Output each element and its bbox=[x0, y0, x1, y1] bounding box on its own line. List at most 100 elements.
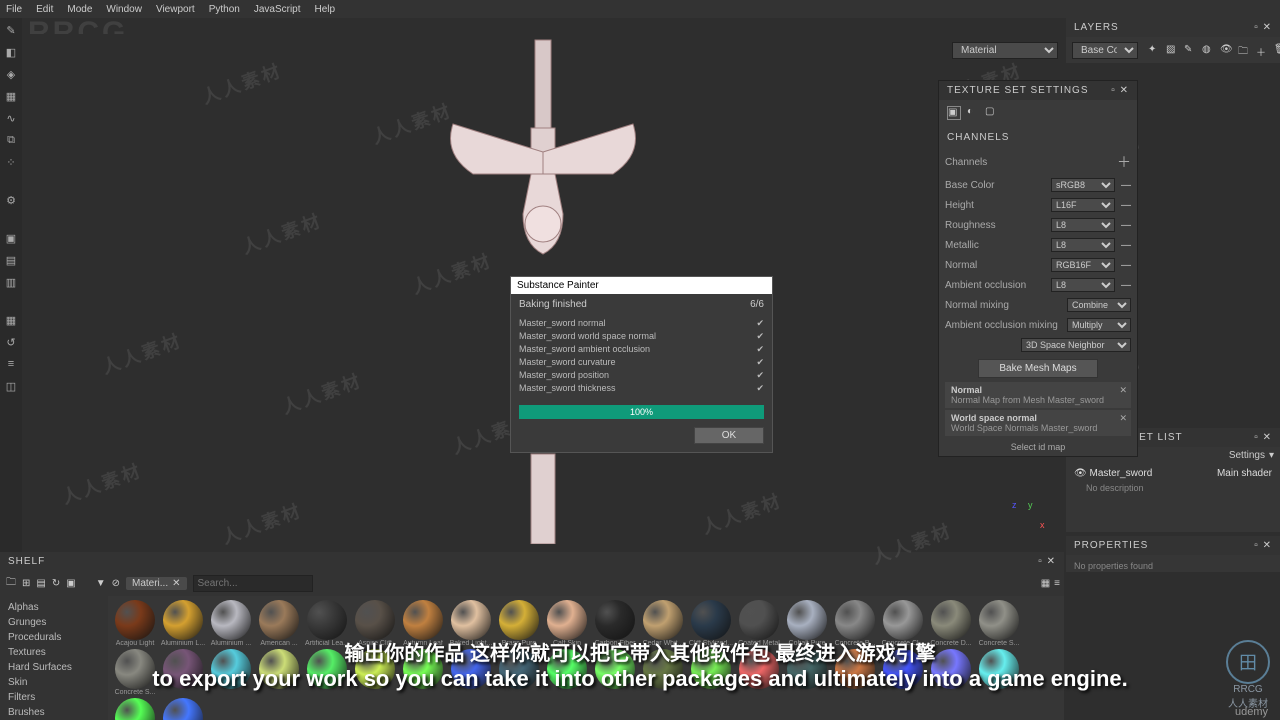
material-thumbnail[interactable] bbox=[112, 698, 158, 720]
channel-format-dropdown[interactable]: L8 bbox=[1051, 218, 1115, 232]
dock-icon[interactable]: ▫ bbox=[1254, 540, 1259, 551]
remove-channel-icon[interactable]: — bbox=[1121, 260, 1131, 271]
eye-icon[interactable]: 👁 bbox=[1220, 44, 1232, 56]
shelf-import-icon[interactable]: ▤ bbox=[36, 578, 45, 589]
shelf-category[interactable]: Alphas bbox=[0, 600, 108, 615]
channel-format-dropdown[interactable]: L16F bbox=[1051, 198, 1115, 212]
texture-set-item[interactable]: 👁 Master_sword Main shader bbox=[1066, 464, 1280, 483]
subtitle-chinese: 输出你的作品 这样你就可以把它带入其他软件包 最终进入游戏引擎 bbox=[0, 637, 1280, 666]
menu-window[interactable]: Window bbox=[106, 4, 142, 15]
remove-channel-icon[interactable]: — bbox=[1121, 220, 1131, 231]
close-icon[interactable]: ✕ bbox=[1263, 540, 1272, 551]
add-channel-icon[interactable]: ＋ bbox=[1117, 152, 1131, 172]
pen-icon[interactable]: ✎ bbox=[1184, 44, 1196, 56]
grid-view-icon[interactable]: ▦ bbox=[1041, 578, 1050, 589]
select-id-map[interactable]: Select id map bbox=[939, 438, 1137, 456]
projection-tool-icon[interactable]: ◈ bbox=[4, 68, 18, 82]
folder-icon[interactable]: 🗀 bbox=[1238, 44, 1250, 56]
layermask-icon[interactable]: ▥ bbox=[4, 276, 18, 290]
channel-format-dropdown[interactable]: RGB16F bbox=[1051, 258, 1115, 272]
menu-mode[interactable]: Mode bbox=[67, 4, 92, 15]
texset-tab2-icon[interactable]: ◐ bbox=[967, 106, 979, 118]
clear-filter-icon[interactable]: ⊘ bbox=[112, 578, 120, 589]
separator bbox=[4, 216, 18, 224]
uv-space-dropdown[interactable]: 3D Space Neighbor bbox=[1021, 338, 1131, 352]
texture-set-settings-panel: TEXTURE SET SETTINGS ▫ ✕ ▣ ◐ ▢ CHANNELS … bbox=[938, 80, 1138, 457]
check-icon: ✔ bbox=[756, 370, 764, 381]
shelf-reload-icon[interactable]: ↻ bbox=[52, 578, 60, 589]
channel-format-dropdown[interactable]: sRGB8 bbox=[1051, 178, 1115, 192]
bake-mesh-maps-button[interactable]: Bake Mesh Maps bbox=[978, 359, 1098, 378]
channel-format-dropdown[interactable]: L8 bbox=[1051, 278, 1115, 292]
remove-channel-icon[interactable]: — bbox=[1121, 200, 1131, 211]
bucket-icon[interactable]: ◍ bbox=[1202, 44, 1214, 56]
addlayer-icon[interactable]: ＋ bbox=[1256, 44, 1268, 56]
history-icon[interactable]: ↺ bbox=[4, 336, 18, 350]
settings-icon[interactable]: ⚙ bbox=[4, 194, 18, 208]
dock-icon[interactable]: ▫ bbox=[1254, 22, 1259, 33]
channel-dropdown[interactable]: Base Color bbox=[1072, 42, 1138, 59]
dock-icon[interactable]: ▫ bbox=[1038, 556, 1043, 567]
clone-tool-icon[interactable]: ⧉ bbox=[4, 134, 18, 148]
shelf-icon[interactable]: ▦ bbox=[4, 314, 18, 328]
close-icon[interactable]: ✕ bbox=[172, 578, 180, 589]
texset-tab3-icon[interactable]: ▢ bbox=[985, 106, 997, 118]
mesh-map-entry[interactable]: NormalNormal Map from Mesh Master_sword✕ bbox=[945, 382, 1131, 408]
layers-panel: LAYERS ▫ ✕ Base Color ✦ ▨ ✎ ◍ 👁 🗀 ＋ 🗑 bbox=[1066, 18, 1280, 63]
smudge-tool-icon[interactable]: ∿ bbox=[4, 112, 18, 126]
settings-dropdown[interactable]: Settings bbox=[1229, 450, 1265, 461]
log-icon[interactable]: ≡ bbox=[4, 358, 18, 372]
close-icon[interactable]: ✕ bbox=[1120, 85, 1129, 96]
dock-icon[interactable]: ▫ bbox=[1254, 432, 1259, 443]
axis-gizmo[interactable]: y z x bbox=[1012, 500, 1052, 540]
eye-icon[interactable]: 👁 bbox=[1074, 468, 1087, 479]
menu-javascript[interactable]: JavaScript bbox=[254, 4, 301, 15]
normal-mixing-dropdown[interactable]: Combine bbox=[1067, 298, 1131, 312]
viewport-material-dropdown[interactable]: Material bbox=[952, 42, 1058, 59]
picker-tool-icon[interactable]: ⁘ bbox=[4, 156, 18, 170]
ao-mixing-dropdown[interactable]: Multiply bbox=[1067, 318, 1131, 332]
close-icon[interactable]: ✕ bbox=[1047, 556, 1056, 567]
list-view-icon[interactable]: ≡ bbox=[1054, 578, 1060, 589]
close-icon[interactable]: ✕ bbox=[1119, 413, 1127, 424]
shelf-home-icon[interactable]: 🗀 bbox=[6, 575, 16, 592]
shelf-sub-icon[interactable]: ▣ bbox=[66, 578, 75, 589]
separator bbox=[4, 298, 18, 306]
texture-set-desc: No description bbox=[1066, 483, 1280, 497]
remove-channel-icon[interactable]: — bbox=[1121, 180, 1131, 191]
3dview-icon[interactable]: ◫ bbox=[4, 380, 18, 394]
quickmask-icon[interactable]: ▣ bbox=[4, 232, 18, 246]
menu-file[interactable]: File bbox=[6, 4, 22, 15]
filter-icon[interactable]: ▼ bbox=[96, 578, 106, 589]
menu-python[interactable]: Python bbox=[209, 4, 240, 15]
dock-icon[interactable]: ▫ bbox=[1111, 85, 1116, 96]
shelf-filter-tag[interactable]: Materi...✕ bbox=[126, 577, 187, 590]
shelf-category[interactable]: Filters bbox=[0, 690, 108, 705]
menu-edit[interactable]: Edit bbox=[36, 4, 53, 15]
menu-viewport[interactable]: Viewport bbox=[156, 4, 195, 15]
shelf-new-icon[interactable]: ⊞ bbox=[22, 578, 30, 589]
baking-icon[interactable]: ▤ bbox=[4, 254, 18, 268]
remove-channel-icon[interactable]: — bbox=[1121, 240, 1131, 251]
remove-channel-icon[interactable]: — bbox=[1121, 280, 1131, 291]
close-icon[interactable]: ✕ bbox=[1263, 432, 1272, 443]
close-icon[interactable]: ✕ bbox=[1263, 22, 1272, 33]
channel-format-dropdown[interactable]: L8 bbox=[1051, 238, 1115, 252]
menu-help[interactable]: Help bbox=[315, 4, 336, 15]
brush-tool-icon[interactable]: ✎ bbox=[4, 24, 18, 38]
eraser-tool-icon[interactable]: ◧ bbox=[4, 46, 18, 60]
polyfill-tool-icon[interactable]: ▦ bbox=[4, 90, 18, 104]
texset-tab-icon[interactable]: ▣ bbox=[947, 106, 961, 120]
search-input[interactable] bbox=[193, 575, 313, 592]
ok-button[interactable]: OK bbox=[694, 427, 764, 444]
delete-icon[interactable]: 🗑 bbox=[1274, 44, 1280, 56]
close-icon[interactable]: ✕ bbox=[1119, 385, 1127, 396]
material-thumbnail[interactable] bbox=[160, 698, 206, 720]
left-toolbar: ✎ ◧ ◈ ▦ ∿ ⧉ ⁘ ⚙ ▣ ▤ ▥ ▦ ↺ ≡ ◫ bbox=[0, 18, 22, 558]
maskfill-icon[interactable]: ▨ bbox=[1166, 44, 1178, 56]
chevron-down-icon[interactable]: ▾ bbox=[1269, 450, 1274, 461]
mesh-map-entry[interactable]: World space normalWorld Space Normals Ma… bbox=[945, 410, 1131, 436]
shelf-category[interactable]: Brushes bbox=[0, 705, 108, 720]
wand-icon[interactable]: ✦ bbox=[1148, 44, 1160, 56]
shelf-category[interactable]: Grunges bbox=[0, 615, 108, 630]
